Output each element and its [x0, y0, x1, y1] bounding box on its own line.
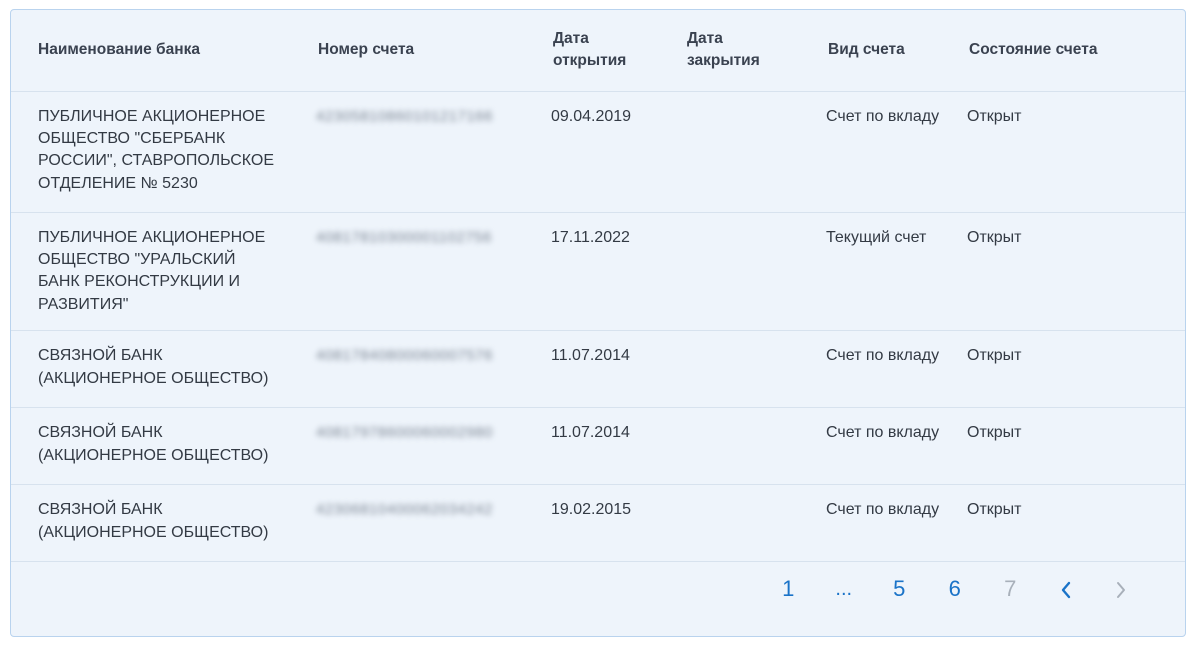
- account-number-blurred: 40817840800060007576: [316, 347, 493, 365]
- table-header-row: Наименование банка Номер счета Дата откр…: [11, 10, 1185, 92]
- cell-account-type: Счет по вкладу: [799, 91, 950, 213]
- cell-bank-name: СВЯЗНОЙ БАНК (АКЦИОНЕРНОЕ ОБЩЕСТВО): [11, 330, 291, 409]
- cell-account-status: Открыт: [950, 407, 1185, 486]
- cell-open-date: 11.07.2014: [533, 330, 667, 409]
- cell-account-type: Текущий счет: [799, 212, 950, 332]
- cell-close-date: [667, 212, 799, 332]
- accounts-panel: Наименование банка Номер счета Дата откр…: [10, 9, 1186, 637]
- cell-account-type: Счет по вкладу: [799, 330, 950, 409]
- cell-open-date: 19.02.2015: [533, 484, 667, 563]
- page-link-first[interactable]: 1: [761, 574, 817, 604]
- account-number-blurred: 40817978600060002980: [316, 424, 493, 442]
- table-row: СВЯЗНОЙ БАНК (АКЦИОНЕРНОЕ ОБЩЕСТВО) 4081…: [11, 407, 1185, 486]
- cell-bank-name: СВЯЗНОЙ БАНК (АКЦИОНЕРНОЕ ОБЩЕСТВО): [11, 484, 291, 563]
- cell-open-date: 17.11.2022: [533, 212, 667, 332]
- prev-page-button[interactable]: [1038, 574, 1094, 604]
- table-row: СВЯЗНОЙ БАНК (АКЦИОНЕРНОЕ ОБЩЕСТВО) 4230…: [11, 484, 1185, 563]
- cell-account-type: Счет по вкладу: [799, 484, 950, 563]
- cell-account-number: 42305810860101217166: [291, 91, 533, 213]
- cell-account-status: Открыт: [950, 212, 1185, 332]
- accounts-table: Наименование банка Номер счета Дата откр…: [11, 10, 1185, 563]
- cell-account-type: Счет по вкладу: [799, 407, 950, 486]
- header-account-number: Номер счета: [291, 10, 533, 92]
- cell-account-number: 42306810400062034242: [291, 484, 533, 563]
- cell-account-number: 40817810300001102756: [291, 212, 533, 332]
- cell-close-date: [667, 91, 799, 213]
- pagination: 1 ... 5 6 7: [761, 574, 1150, 604]
- cell-close-date: [667, 330, 799, 409]
- cell-account-status: Открыт: [950, 484, 1185, 563]
- account-number-blurred: 42305810860101217166: [316, 107, 493, 125]
- cell-open-date: 09.04.2019: [533, 91, 667, 213]
- cell-account-number: 40817978600060002980: [291, 407, 533, 486]
- cell-bank-name: СВЯЗНОЙ БАНК (АКЦИОНЕРНОЕ ОБЩЕСТВО): [11, 407, 291, 486]
- header-bank-name: Наименование банка: [11, 10, 291, 92]
- header-close-date: Дата закрытия: [667, 10, 799, 92]
- header-open-date: Дата открытия: [533, 10, 667, 92]
- cell-account-status: Открыт: [950, 91, 1185, 213]
- cell-bank-name: ПУБЛИЧНОЕ АКЦИОНЕРНОЕ ОБЩЕСТВО "УРАЛЬСКИ…: [11, 212, 291, 332]
- chevron-left-icon: [1061, 581, 1070, 599]
- page-current: 7: [1004, 576, 1017, 601]
- table-row: ПУБЛИЧНОЕ АКЦИОНЕРНОЕ ОБЩЕСТВО "СБЕРБАНК…: [11, 91, 1185, 213]
- cell-close-date: [667, 407, 799, 486]
- page-link[interactable]: 5: [872, 574, 928, 604]
- account-number-blurred: 40817810300001102756: [316, 228, 492, 246]
- table-row: ПУБЛИЧНОЕ АКЦИОНЕРНОЕ ОБЩЕСТВО "УРАЛЬСКИ…: [11, 212, 1185, 332]
- account-number-blurred: 42306810400062034242: [316, 501, 493, 519]
- table-row: СВЯЗНОЙ БАНК (АКЦИОНЕРНОЕ ОБЩЕСТВО) 4081…: [11, 330, 1185, 409]
- page-link[interactable]: 6: [927, 574, 983, 604]
- next-page-button[interactable]: [1094, 574, 1150, 604]
- chevron-right-icon: [1117, 582, 1126, 599]
- header-account-status: Состояние счета: [950, 10, 1185, 92]
- cell-bank-name: ПУБЛИЧНОЕ АКЦИОНЕРНОЕ ОБЩЕСТВО "СБЕРБАНК…: [11, 91, 291, 213]
- cell-close-date: [667, 484, 799, 563]
- page-ellipsis[interactable]: ...: [816, 574, 872, 604]
- cell-account-status: Открыт: [950, 330, 1185, 409]
- cell-open-date: 11.07.2014: [533, 407, 667, 486]
- header-account-type: Вид счета: [799, 10, 950, 92]
- cell-account-number: 40817840800060007576: [291, 330, 533, 409]
